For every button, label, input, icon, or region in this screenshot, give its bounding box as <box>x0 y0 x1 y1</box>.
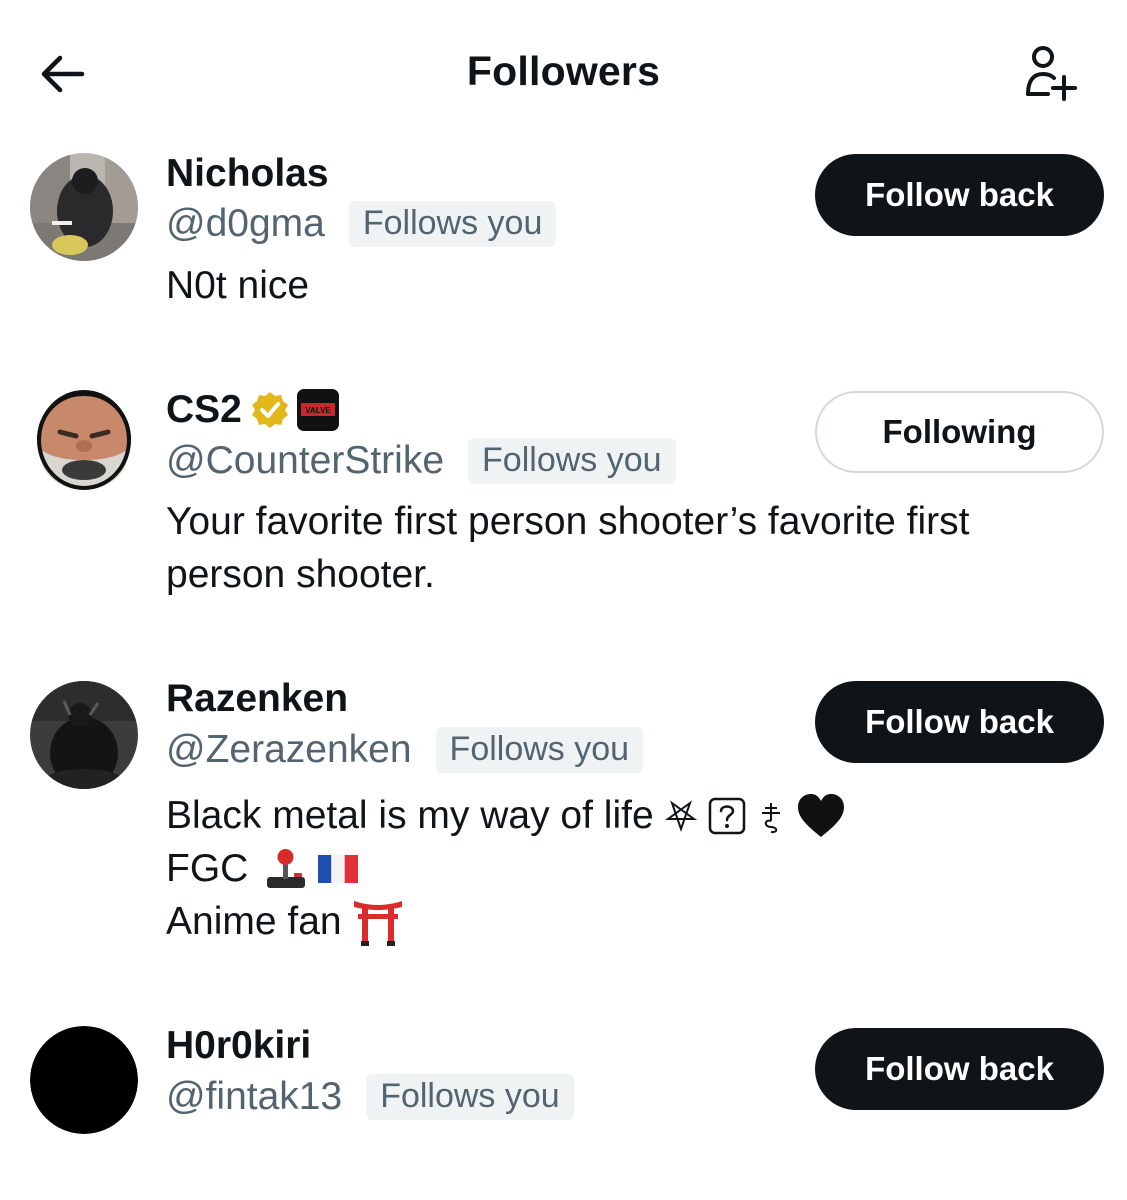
torii-gate-icon <box>353 900 402 946</box>
handle-line: @d0gma Follows you <box>166 200 557 248</box>
follow-back-button[interactable]: Follow back <box>815 681 1104 763</box>
bio-line: person shooter. <box>166 553 435 596</box>
display-name[interactable]: Razenken <box>166 677 348 721</box>
name-line: H0r0kiri <box>166 1022 311 1070</box>
handle[interactable]: @Zerazenken <box>166 728 412 772</box>
bio: N0t nice <box>166 259 1066 312</box>
handle[interactable]: @fintak13 <box>166 1075 342 1119</box>
display-name[interactable]: CS2 <box>166 388 242 432</box>
follow-back-button[interactable]: Follow back <box>815 1028 1104 1110</box>
add-follower-button[interactable] <box>1018 42 1080 104</box>
bio: Your favorite first person shooter’s fav… <box>166 495 1066 601</box>
follows-you-badge: Follows you <box>366 1074 574 1120</box>
question-box-icon <box>708 797 745 834</box>
follower-row[interactable]: CS2 VALVE @CounterStrike Follows you You… <box>0 386 1127 626</box>
bio-text: Black metal is my way of life <box>166 794 654 837</box>
affiliate-label: VALVE <box>305 406 331 415</box>
black-heart-icon <box>797 793 844 837</box>
handle-line: @Zerazenken Follows you <box>166 726 644 774</box>
handle[interactable]: @CounterStrike <box>166 439 444 483</box>
handle-line: @CounterStrike Follows you <box>166 437 676 485</box>
following-button[interactable]: Following <box>815 391 1104 473</box>
bio-text: FGC <box>166 847 249 890</box>
bio-line: Anime fan <box>166 895 1066 948</box>
follows-you-badge: Follows you <box>435 727 644 773</box>
pentagram-icon <box>664 799 697 832</box>
bio-line: Your favorite first person shooter’s fav… <box>166 500 970 543</box>
follow-back-button[interactable]: Follow back <box>815 154 1104 236</box>
follower-row[interactable]: H0r0kiri @fintak13 Follows you Follow ba… <box>0 1022 1127 1152</box>
avatar[interactable] <box>30 386 138 494</box>
bio: Black metal is my way of life FGC Anime … <box>166 789 1066 948</box>
display-name[interactable]: H0r0kiri <box>166 1024 311 1068</box>
handle-line: @fintak13 Follows you <box>166 1073 574 1121</box>
avatar[interactable] <box>30 153 138 261</box>
follower-row[interactable]: Nicholas @d0gma Follows you N0t nice Fol… <box>0 150 1127 330</box>
bio-line: FGC <box>166 842 1066 895</box>
follows-you-badge: Follows you <box>348 201 557 247</box>
handle[interactable]: @d0gma <box>166 202 325 246</box>
person-add-icon <box>1026 46 1077 101</box>
joystick-icon <box>267 848 306 888</box>
avatar[interactable] <box>30 1026 138 1134</box>
follows-you-badge: Follows you <box>468 438 676 484</box>
avatar[interactable] <box>30 681 138 789</box>
top-bar: Followers <box>0 0 1127 140</box>
name-line: Nicholas <box>166 150 329 198</box>
french-flag-icon <box>318 854 359 883</box>
display-name[interactable]: Nicholas <box>166 152 329 196</box>
name-line: Razenken <box>166 675 348 723</box>
follower-row[interactable]: Razenken @Zerazenken Follows you Black m… <box>0 675 1127 965</box>
valve-affiliate-icon: VALVE <box>296 389 339 431</box>
bio-line: Black metal is my way of life <box>166 789 1066 842</box>
page-title: Followers <box>466 48 661 94</box>
name-line: CS2 VALVE <box>166 386 340 434</box>
bio-line: N0t nice <box>166 264 310 307</box>
verified-badge-icon <box>251 392 288 428</box>
bio-text: Anime fan <box>166 900 342 943</box>
leviathan-cross-icon <box>761 802 780 833</box>
